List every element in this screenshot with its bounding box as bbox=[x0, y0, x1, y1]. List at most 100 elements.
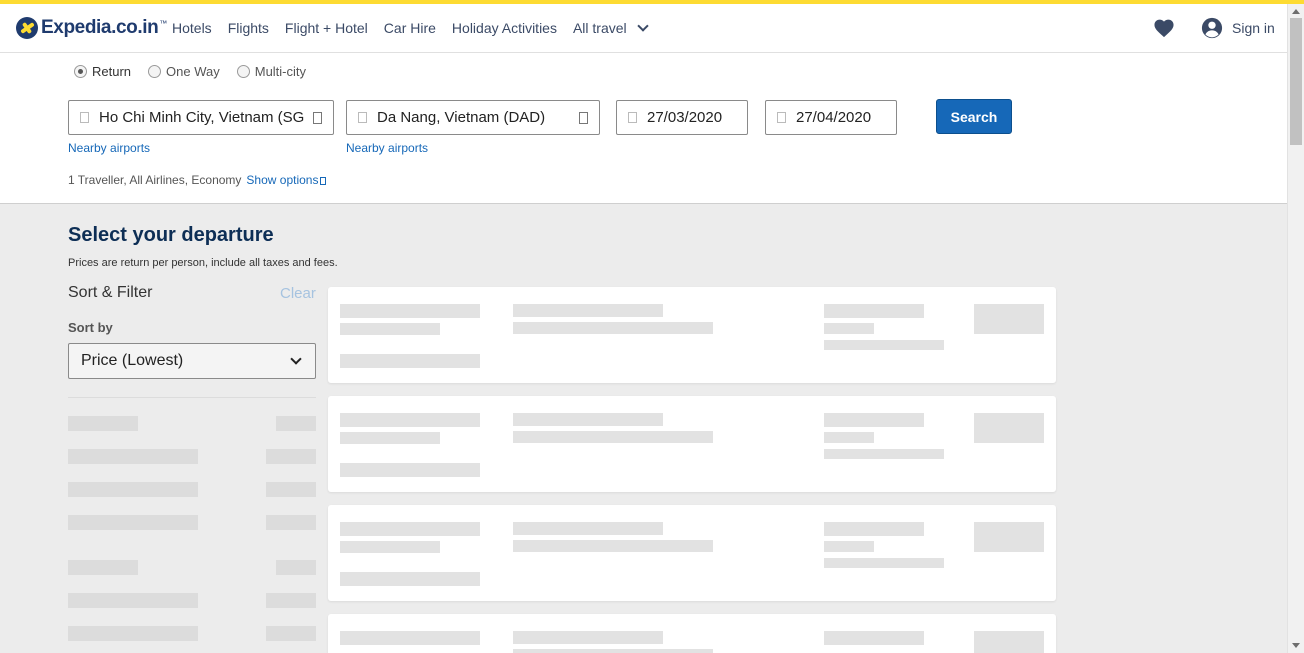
chevron-down-icon bbox=[636, 19, 649, 32]
main-nav: Hotels Flights Flight + Hotel Car Hire H… bbox=[172, 4, 663, 52]
origin-nearby-airports-link[interactable]: Nearby airports bbox=[68, 141, 150, 155]
filter-skeleton bbox=[276, 560, 316, 575]
show-options-link[interactable]: Show options bbox=[246, 173, 327, 187]
show-options-label: Show options bbox=[246, 173, 319, 187]
clear-field-icon[interactable] bbox=[579, 111, 588, 124]
skeleton-line bbox=[513, 431, 713, 443]
destination-input[interactable]: Da Nang, Vietnam (DAD) bbox=[346, 100, 600, 135]
return-date-value: 27/04/2020 bbox=[796, 109, 872, 126]
nav-all-travel[interactable]: All travel bbox=[572, 19, 649, 36]
trip-type-return[interactable]: Return bbox=[74, 64, 131, 79]
trip-type-selector: Return One Way Multi-city bbox=[74, 64, 323, 79]
trip-type-multi-city[interactable]: Multi-city bbox=[236, 64, 307, 79]
location-pin-icon bbox=[80, 112, 89, 123]
expedia-plane-icon bbox=[16, 17, 38, 39]
filter-skeleton bbox=[266, 449, 316, 464]
skeleton-price bbox=[974, 304, 1044, 334]
expand-options-icon bbox=[320, 177, 327, 185]
skeleton-line bbox=[340, 432, 440, 444]
skeleton-line bbox=[340, 304, 480, 318]
filter-skeleton bbox=[266, 626, 316, 641]
sort-by-select[interactable]: Price (Lowest) bbox=[68, 343, 316, 379]
filter-skeleton bbox=[266, 482, 316, 497]
skeleton-line bbox=[340, 522, 480, 536]
filter-skeleton bbox=[68, 515, 198, 530]
logo-text: Expedia.co.in bbox=[41, 17, 159, 38]
scroll-down-arrow-icon[interactable] bbox=[1292, 643, 1300, 648]
destination-value: Da Nang, Vietnam (DAD) bbox=[377, 109, 546, 126]
depart-date-value: 27/03/2020 bbox=[647, 109, 723, 126]
radio-unchecked-icon bbox=[236, 65, 250, 78]
destination-nearby-airports-link[interactable]: Nearby airports bbox=[346, 141, 428, 155]
flight-result-card-loading bbox=[328, 396, 1056, 492]
sign-in-label: Sign in bbox=[1232, 20, 1275, 36]
skeleton-line bbox=[824, 541, 874, 552]
nav-flight-hotel[interactable]: Flight + Hotel bbox=[285, 20, 368, 36]
sort-filter-title: Sort & Filter bbox=[68, 284, 153, 301]
skeleton-line bbox=[340, 572, 480, 586]
scrollbar-thumb[interactable] bbox=[1290, 18, 1302, 145]
filter-skeleton bbox=[266, 515, 316, 530]
skeleton-line bbox=[824, 340, 944, 350]
origin-value: Ho Chi Minh City, Vietnam (SGN) bbox=[99, 109, 305, 126]
skeleton-line bbox=[340, 413, 480, 427]
swap-icon[interactable] bbox=[313, 111, 322, 124]
skeleton-price bbox=[974, 631, 1044, 653]
user-account-icon bbox=[1201, 17, 1223, 39]
sign-in-button[interactable]: Sign in bbox=[1201, 17, 1275, 39]
filter-skeleton bbox=[68, 626, 198, 641]
filter-skeleton bbox=[68, 482, 198, 497]
calendar-icon bbox=[777, 112, 786, 123]
filter-skeleton bbox=[68, 593, 198, 608]
filter-divider bbox=[68, 397, 316, 398]
skeleton-line bbox=[824, 413, 924, 427]
page-scrollbar[interactable] bbox=[1287, 4, 1304, 653]
scroll-up-arrow-icon[interactable] bbox=[1292, 9, 1300, 14]
expedia-logo[interactable]: Expedia.co.in ™ bbox=[16, 15, 167, 41]
skeleton-line bbox=[513, 304, 663, 317]
sort-by-label: Sort by bbox=[68, 320, 113, 335]
skeleton-line bbox=[340, 631, 480, 645]
travellers-summary: 1 Traveller, All Airlines, Economy Show o… bbox=[68, 173, 327, 187]
filter-skeleton bbox=[68, 560, 138, 575]
return-date-input[interactable]: 27/04/2020 bbox=[765, 100, 897, 135]
flight-result-card-loading bbox=[328, 505, 1056, 601]
flight-result-card-loading bbox=[328, 287, 1056, 383]
nav-car-hire[interactable]: Car Hire bbox=[384, 20, 436, 36]
filter-skeleton bbox=[276, 416, 316, 431]
nav-flights[interactable]: Flights bbox=[228, 20, 269, 36]
site-header: Expedia.co.in ™ Hotels Flights Flight + … bbox=[0, 4, 1287, 53]
filter-skeleton bbox=[266, 593, 316, 608]
depart-date-input[interactable]: 27/03/2020 bbox=[616, 100, 748, 135]
chevron-down-icon bbox=[290, 352, 302, 365]
skeleton-line bbox=[513, 413, 663, 426]
skeleton-line bbox=[340, 463, 480, 477]
skeleton-line bbox=[824, 522, 924, 536]
sort-by-value: Price (Lowest) bbox=[81, 352, 184, 369]
filter-skeleton bbox=[68, 449, 198, 464]
flight-result-card-loading bbox=[328, 614, 1056, 653]
calendar-icon bbox=[628, 112, 637, 123]
trip-type-one-way[interactable]: One Way bbox=[148, 64, 220, 79]
skeleton-line bbox=[824, 304, 924, 318]
skeleton-line bbox=[340, 354, 480, 368]
skeleton-line bbox=[340, 323, 440, 335]
clear-filters-link[interactable]: Clear bbox=[280, 285, 316, 302]
origin-input[interactable]: Ho Chi Minh City, Vietnam (SGN) bbox=[68, 100, 334, 135]
heart-icon[interactable] bbox=[1153, 18, 1175, 38]
filter-skeleton bbox=[68, 416, 138, 431]
skeleton-line bbox=[340, 541, 440, 553]
skeleton-line bbox=[824, 631, 924, 645]
travellers-summary-text: 1 Traveller, All Airlines, Economy bbox=[68, 173, 242, 187]
trip-type-label: Multi-city bbox=[254, 64, 307, 79]
skeleton-line bbox=[513, 322, 713, 334]
skeleton-line bbox=[824, 449, 944, 459]
flight-search-panel: Return One Way Multi-city Ho Chi Minh Ci… bbox=[0, 53, 1287, 204]
search-button[interactable]: Search bbox=[936, 99, 1012, 134]
skeleton-line bbox=[824, 323, 874, 334]
skeleton-line bbox=[824, 432, 874, 443]
price-note: Prices are return per person, include al… bbox=[68, 257, 338, 269]
nav-hotels[interactable]: Hotels bbox=[172, 20, 212, 36]
nav-all-travel-label: All travel bbox=[572, 20, 627, 36]
nav-holiday-activities[interactable]: Holiday Activities bbox=[452, 20, 557, 36]
